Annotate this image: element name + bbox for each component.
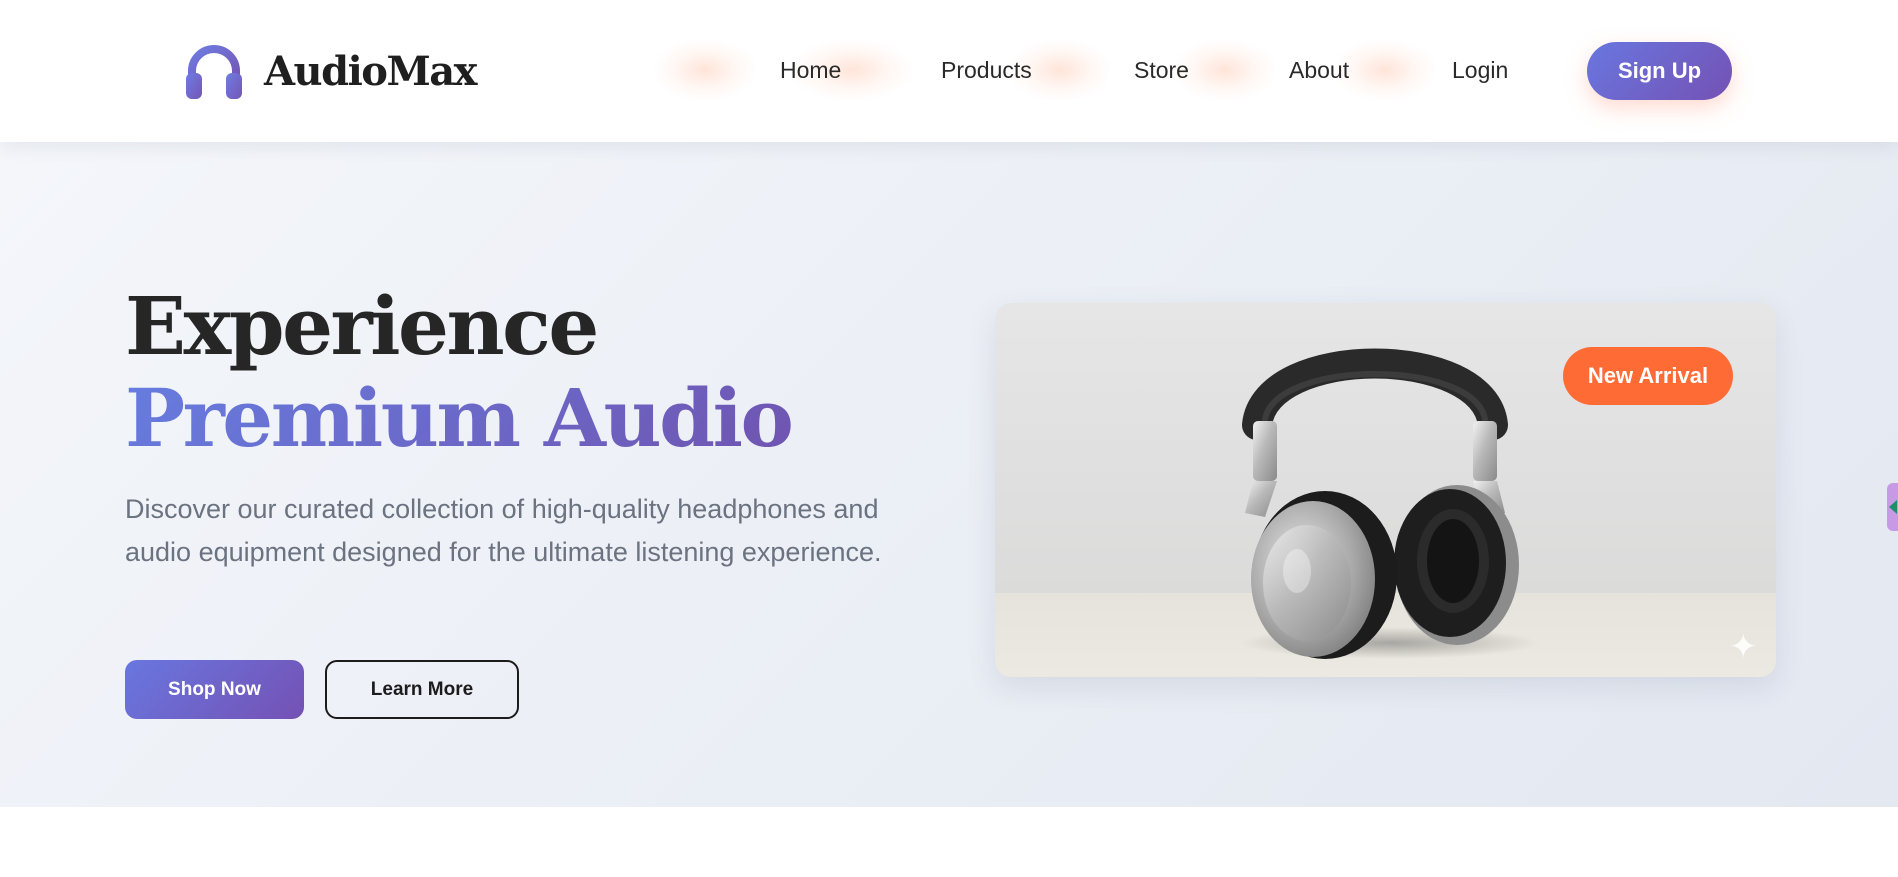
headphones-icon	[186, 45, 242, 99]
shop-now-button[interactable]: Shop Now	[125, 660, 304, 719]
hero-title-plain: Experience	[125, 279, 599, 373]
nav-store-link[interactable]: Store	[1134, 57, 1189, 83]
sign-up-button[interactable]: Sign Up	[1587, 42, 1732, 100]
chevron-left-icon	[1889, 500, 1897, 514]
nav-glow	[1335, 40, 1435, 100]
hero-description: Discover our curated collection of high-…	[125, 494, 882, 567]
nav-glow	[1175, 40, 1275, 100]
brand-logo[interactable]: AudioMax	[184, 42, 478, 100]
brand-name: AudioMax	[264, 47, 478, 95]
nav-login-link[interactable]: Login	[1452, 57, 1508, 83]
nav-glow	[655, 40, 755, 100]
side-panel-tab[interactable]	[1887, 483, 1898, 531]
site-header: AudioMax Home Products Store About Login…	[0, 0, 1898, 142]
new-arrival-badge: New Arrival	[1563, 347, 1733, 405]
sparkle-icon: ✦	[1729, 628, 1758, 666]
nav-products-link[interactable]: Products	[941, 57, 1032, 83]
hero-title-accent: Premium Audio	[125, 371, 794, 465]
nav-about-link[interactable]: About	[1289, 57, 1349, 83]
hero-title: Experience Premium Audio	[125, 280, 925, 464]
nav-home-link[interactable]: Home	[780, 57, 841, 83]
learn-more-button[interactable]: Learn More	[325, 660, 519, 719]
